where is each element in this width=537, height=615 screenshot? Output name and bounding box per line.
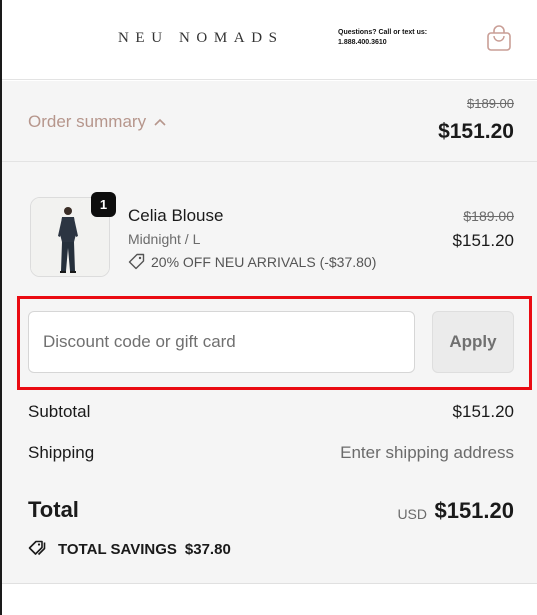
savings-value: $37.80 — [184, 540, 231, 558]
total-label: Total — [28, 497, 79, 522]
header: NEU NOMADS Questions? Call or text us: 1… — [0, 0, 537, 80]
item-price: $151.20 — [452, 231, 514, 250]
window-left-edge — [0, 0, 2, 615]
order-summary-content: 1 Celia Blouse Midnight / L 20% OFF NEU … — [0, 162, 537, 584]
shipping-label: Shipping — [28, 443, 95, 462]
total-currency: USD — [397, 506, 427, 522]
brand-logo[interactable]: NEU NOMADS — [118, 30, 284, 47]
tag-icon — [128, 253, 145, 270]
item-variant: Midnight / L — [128, 231, 201, 247]
contact-question: Questions? Call or text us: — [338, 29, 428, 36]
savings-label: TOTAL SAVINGS — [58, 540, 177, 558]
shopping-bag-icon[interactable] — [486, 24, 512, 52]
item-name: Celia Blouse — [128, 206, 224, 225]
item-original-price: $189.00 — [463, 208, 514, 224]
summary-total: $151.20 — [438, 120, 514, 143]
contact-info: Questions? Call or text us: 1.888.400.36… — [338, 28, 427, 48]
chevron-up-icon — [154, 118, 166, 126]
item-discount: 20% OFF NEU ARRIVALS (-$37.80) — [128, 253, 376, 270]
tags-icon — [28, 540, 46, 556]
subtotal-value: $151.20 — [452, 402, 514, 421]
total-savings: TOTAL SAVINGS $37.80 — [28, 540, 231, 558]
apply-button[interactable]: Apply — [432, 311, 514, 373]
contact-phone[interactable]: 1.888.400.3610 — [338, 38, 427, 48]
shipping-value: Enter shipping address — [340, 443, 514, 462]
order-summary-label: Order summary — [28, 112, 147, 131]
subtotal-label: Subtotal — [28, 402, 91, 421]
order-summary-bar: Order summary $189.00 $151.20 — [0, 81, 537, 162]
order-summary-toggle[interactable]: Order summary — [28, 112, 166, 132]
quantity-badge: 1 — [91, 192, 116, 217]
item-discount-label: 20% OFF NEU ARRIVALS (-$37.80) — [151, 253, 377, 270]
total-value: $151.20 — [434, 498, 514, 523]
discount-code-input[interactable] — [28, 311, 415, 373]
summary-original-total: $189.00 — [467, 96, 514, 111]
